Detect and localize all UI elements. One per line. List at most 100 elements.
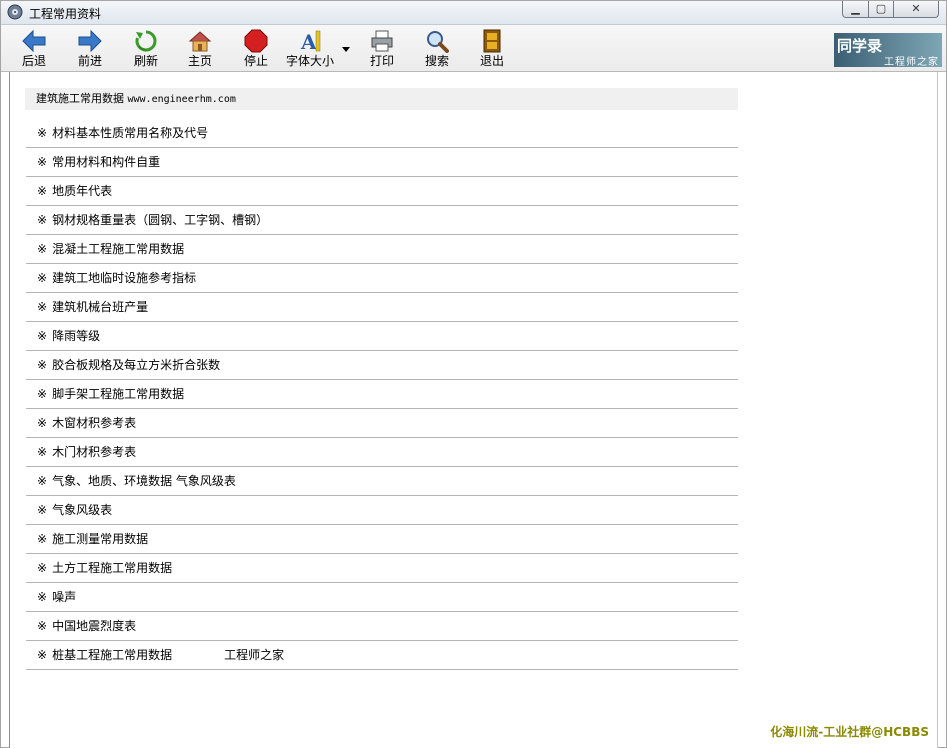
back-arrow-icon (22, 29, 46, 53)
list-item[interactable]: ※ 建筑工地临时设施参考指标 (26, 264, 738, 293)
list-item-label[interactable]: 气象风级表 (52, 503, 112, 517)
list-item[interactable]: ※ 土方工程施工常用数据 (26, 554, 738, 583)
bullet-mark-icon: ※ (37, 387, 48, 401)
list-item-label[interactable]: 常用材料和构件自重 (52, 155, 160, 169)
bullet-mark-icon: ※ (37, 329, 48, 343)
watermark-text: 化海川流-工业社群@HCBBS (770, 725, 929, 739)
list-item-extra-link[interactable]: 工程师之家 (224, 648, 284, 662)
font-size-button[interactable]: A 字体大小 (284, 29, 336, 71)
list-item-label[interactable]: 气象、地质、环境数据 气象风级表 (52, 474, 236, 488)
font-size-dropdown-icon[interactable] (341, 44, 351, 54)
bullet-mark-icon: ※ (37, 474, 48, 488)
list-item[interactable]: ※ 材料基本性质常用名称及代号 (26, 119, 738, 148)
print-button[interactable]: 打印 (365, 29, 399, 71)
bullet-mark-icon: ※ (37, 445, 48, 459)
list-item[interactable]: ※ 钢材规格重量表（圆钢、工字钢、槽钢） (26, 206, 738, 235)
search-label: 搜索 (424, 54, 449, 68)
bullet-mark-icon: ※ (37, 561, 48, 575)
font-size-icon: A (300, 30, 321, 53)
list-item[interactable]: ※ 中国地震烈度表 (26, 612, 738, 641)
list-item[interactable]: ※ 胶合板规格及每立方米折合张数 (26, 351, 738, 380)
bullet-mark-icon: ※ (37, 358, 48, 372)
list-item[interactable]: ※ 桩基工程施工常用数据 工程师之家 (26, 641, 738, 670)
stop-button[interactable]: 停止 (239, 29, 273, 71)
list-item-label[interactable]: 施工测量常用数据 (52, 532, 148, 546)
toolbar: 后退 前进 刷新 主页 停止 A 字体大小 打印 搜索 退出 同学录 工程师之家 (1, 25, 946, 72)
list-item[interactable]: ※ 地质年代表 (26, 177, 738, 206)
list-item[interactable]: ※ 气象风级表 (26, 496, 738, 525)
back-label: 后退 (21, 54, 46, 68)
exit-door-icon (483, 29, 501, 53)
printer-icon (371, 30, 393, 52)
list-item[interactable]: ※ 常用材料和构件自重 (26, 148, 738, 177)
list-item-label[interactable]: 混凝土工程施工常用数据 (52, 242, 184, 256)
list-item[interactable]: ※ 木窗材积参考表 (26, 409, 738, 438)
home-icon (188, 31, 212, 52)
list-item[interactable]: ※ 混凝土工程施工常用数据 (26, 235, 738, 264)
bullet-mark-icon: ※ (37, 213, 48, 227)
list-item-label[interactable]: 钢材规格重量表（圆钢、工字钢、槽钢） (52, 213, 268, 227)
list-item-label[interactable]: 桩基工程施工常用数据 (52, 648, 172, 662)
list-item-label[interactable]: 降雨等级 (52, 329, 100, 343)
stop-label: 停止 (243, 54, 268, 68)
app-disc-icon (7, 4, 23, 20)
list-item-label[interactable]: 建筑机械台班产量 (52, 300, 148, 314)
list-item-label[interactable]: 木门材积参考表 (52, 445, 136, 459)
refresh-icon (135, 30, 157, 52)
topic-list: ※ 材料基本性质常用名称及代号 ※ 常用材料和构件自重 ※ 地质年代表 ※ 钢材规格重量表（圆… (26, 119, 738, 670)
minimize-button[interactable]: ▁ (842, 1, 869, 18)
list-item-label[interactable]: 建筑工地临时设施参考指标 (52, 271, 196, 285)
header-url[interactable]: www.engineerhm.com (128, 94, 236, 105)
search-button[interactable]: 搜索 (420, 29, 454, 71)
back-button[interactable]: 后退 (17, 29, 51, 71)
list-item-label[interactable]: 中国地震烈度表 (52, 619, 136, 633)
list-item-label[interactable]: 噪声 (52, 590, 76, 604)
refresh-label: 刷新 (133, 54, 158, 68)
list-item[interactable]: ※ 木门材积参考表 (26, 438, 738, 467)
content-header: 建筑施工常用数据 www.engineerhm.com (25, 88, 738, 110)
brand-logo[interactable]: 同学录 工程师之家 (834, 33, 942, 68)
bullet-mark-icon: ※ (37, 416, 48, 430)
title-bar[interactable]: 工程常用资料 ▁ ▢ ✕ (1, 1, 946, 25)
list-item-label[interactable]: 木窗材积参考表 (52, 416, 136, 430)
bullet-mark-icon: ※ (37, 242, 48, 256)
bullet-mark-icon: ※ (37, 300, 48, 314)
bullet-mark-icon: ※ (37, 619, 48, 633)
exit-button[interactable]: 退出 (475, 29, 509, 71)
forward-button[interactable]: 前进 (73, 29, 107, 71)
header-title: 建筑施工常用数据 (36, 92, 124, 105)
list-item-label[interactable]: 地质年代表 (52, 184, 112, 198)
list-item[interactable]: ※ 施工测量常用数据 (26, 525, 738, 554)
bullet-mark-icon: ※ (37, 648, 48, 662)
list-item[interactable]: ※ 气象、地质、环境数据 气象风级表 (26, 467, 738, 496)
brand-sub-text: 工程师之家 (884, 57, 939, 68)
maximize-button[interactable]: ▢ (868, 1, 894, 18)
bullet-mark-icon: ※ (37, 155, 48, 169)
list-item[interactable]: ※ 降雨等级 (26, 322, 738, 351)
list-item-label[interactable]: 土方工程施工常用数据 (52, 561, 172, 575)
list-item[interactable]: ※ 脚手架工程施工常用数据 (26, 380, 738, 409)
bullet-mark-icon: ※ (37, 590, 48, 604)
bullet-mark-icon: ※ (37, 271, 48, 285)
stop-icon (244, 29, 268, 53)
search-icon (427, 31, 449, 53)
svg-text:A: A (300, 30, 317, 53)
list-item[interactable]: ※ 噪声 (26, 583, 738, 612)
list-item-label[interactable]: 材料基本性质常用名称及代号 (52, 126, 208, 140)
list-item-label[interactable]: 脚手架工程施工常用数据 (52, 387, 184, 401)
list-item[interactable]: ※ 建筑机械台班产量 (26, 293, 738, 322)
forward-arrow-icon (78, 29, 102, 53)
window-title: 工程常用资料 (29, 7, 102, 21)
bullet-mark-icon: ※ (37, 126, 48, 140)
bullet-mark-icon: ※ (37, 184, 48, 198)
bullet-mark-icon: ※ (37, 503, 48, 517)
close-button[interactable]: ✕ (893, 1, 939, 18)
forward-label: 前进 (77, 54, 102, 68)
list-item-label[interactable]: 胶合板规格及每立方米折合张数 (52, 358, 220, 372)
bullet-mark-icon: ※ (37, 532, 48, 546)
home-button[interactable]: 主页 (183, 29, 217, 71)
print-label: 打印 (369, 54, 394, 68)
refresh-button[interactable]: 刷新 (129, 29, 163, 71)
font-size-label: 字体大小 (285, 54, 334, 68)
content-pane: 建筑施工常用数据 www.engineerhm.com ※ 材料基本性质常用名称及… (9, 72, 938, 748)
